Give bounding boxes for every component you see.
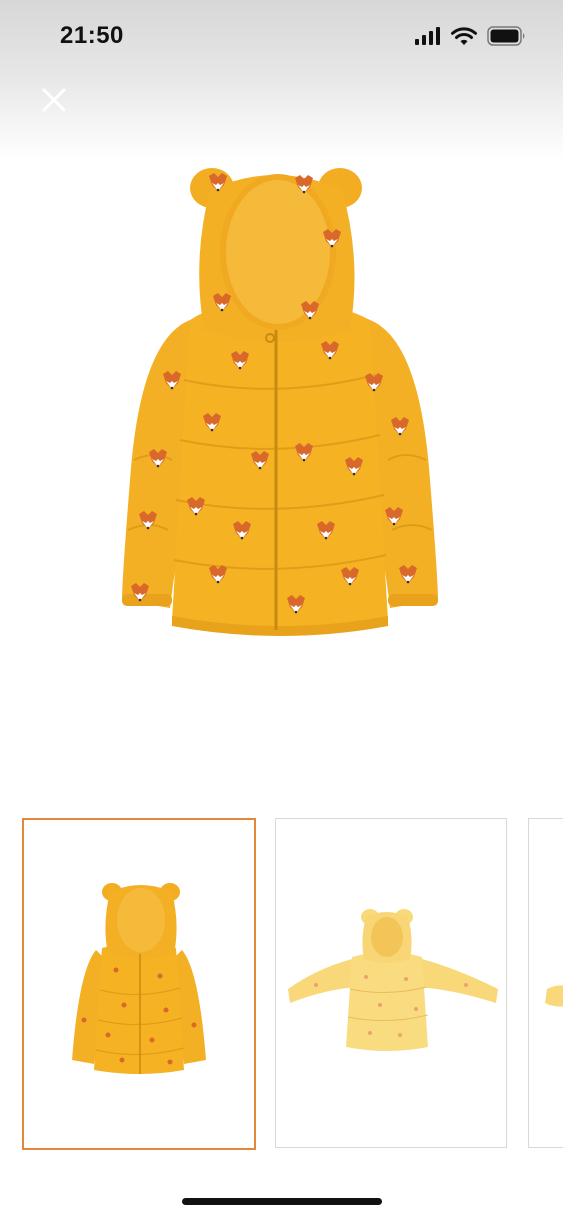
thumbnail-back-view[interactable]	[275, 818, 507, 1148]
battery-icon	[487, 26, 525, 46]
thumbnail-back-image	[288, 909, 498, 1051]
signal-icon	[415, 27, 440, 45]
status-icons	[415, 26, 527, 46]
thumbnail-front-view[interactable]	[22, 818, 256, 1150]
thumbnail-side-image	[545, 985, 563, 1007]
close-icon[interactable]	[36, 82, 72, 118]
status-time: 21:50	[60, 22, 124, 49]
main-product-image[interactable]	[100, 160, 460, 640]
status-bar: 21:50	[0, 0, 563, 70]
wifi-icon	[451, 26, 477, 45]
home-indicator	[182, 1198, 382, 1205]
thumbnail-side-view[interactable]	[528, 818, 563, 1148]
thumbnail-front-image	[72, 883, 206, 1074]
thumbnail-strip[interactable]	[0, 818, 563, 1150]
